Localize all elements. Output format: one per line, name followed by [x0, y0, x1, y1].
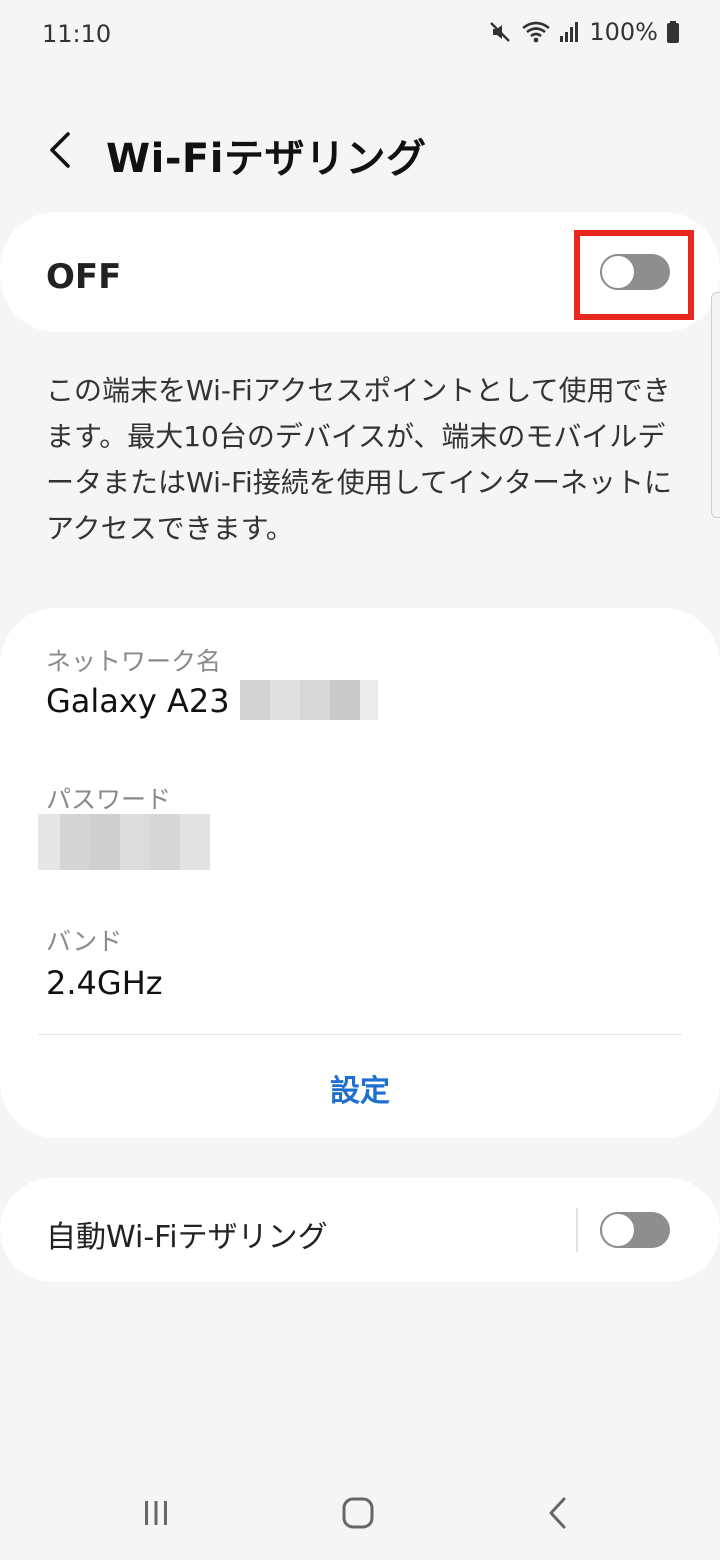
- chevron-left-icon: [46, 130, 74, 174]
- page-title: Wi-Fiテザリング: [106, 136, 427, 182]
- main-switch-card[interactable]: OFF: [0, 212, 720, 332]
- auto-hotspot-card[interactable]: 自動Wi-Fiテザリング: [0, 1178, 720, 1282]
- description-text: この端末をWi-Fiアクセスポイントとして使用できます。最大10台のデバイスが、…: [46, 374, 672, 545]
- back-icon: [546, 1496, 570, 1534]
- password-label: パスワード: [46, 785, 172, 814]
- navigation-bar: [0, 1470, 720, 1560]
- divider: [38, 1034, 682, 1035]
- app-header: Wi-Fiテザリング: [0, 110, 720, 200]
- status-bar: 11:10 100%: [0, 0, 720, 70]
- scrollbar[interactable]: [711, 292, 720, 518]
- network-name-value: Galaxy A23: [46, 682, 230, 720]
- nav-back-button[interactable]: [518, 1480, 598, 1550]
- network-info-card: ネットワーク名 Galaxy A23 パスワード バンド 2.4GHz 設定: [0, 608, 720, 1138]
- network-name-label: ネットワーク名: [46, 647, 222, 676]
- network-name-mosaic: [240, 680, 378, 720]
- toggle-knob: [600, 1212, 636, 1248]
- status-icons: 100%: [487, 18, 680, 46]
- mute-icon: [487, 19, 513, 45]
- main-switch-label: OFF: [46, 257, 122, 297]
- recent-apps-icon: [141, 1498, 171, 1532]
- home-button[interactable]: [318, 1480, 398, 1550]
- band-label: バンド: [46, 927, 123, 956]
- auto-hotspot-label: 自動Wi-Fiテザリング: [46, 1220, 328, 1255]
- toggle-knob: [600, 254, 636, 290]
- main-switch-toggle[interactable]: [600, 254, 670, 290]
- separator: [576, 1208, 578, 1252]
- battery-text: 100%: [589, 18, 658, 46]
- back-button[interactable]: [30, 122, 90, 182]
- auto-hotspot-toggle[interactable]: [600, 1212, 670, 1248]
- status-time: 11:10: [42, 20, 112, 48]
- home-icon: [341, 1496, 375, 1534]
- battery-icon: [666, 20, 680, 44]
- password-mosaic: [38, 814, 210, 870]
- wifi-icon: [521, 19, 551, 45]
- band-value: 2.4GHz: [46, 964, 163, 1002]
- signal-icon: [559, 20, 581, 44]
- recent-apps-button[interactable]: [116, 1480, 196, 1550]
- settings-button[interactable]: 設定: [0, 1048, 720, 1128]
